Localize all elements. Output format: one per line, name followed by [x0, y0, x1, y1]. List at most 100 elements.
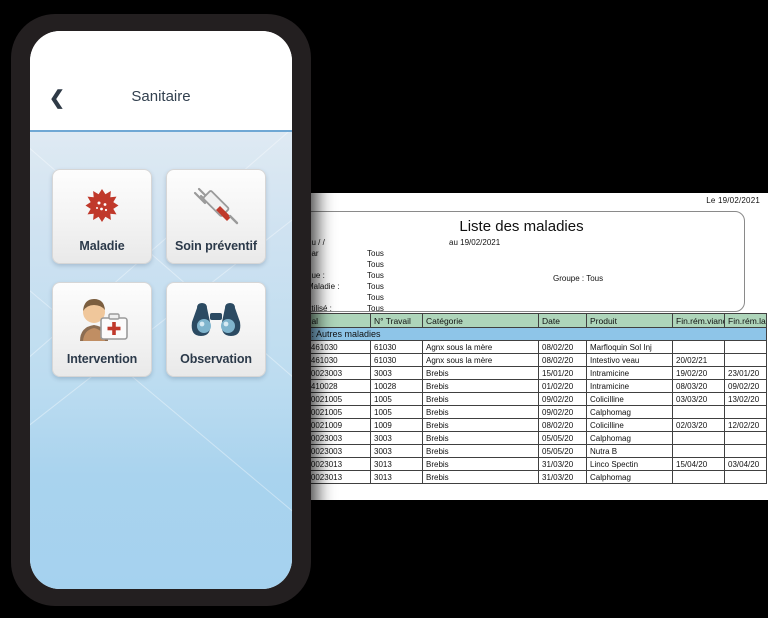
- table-row: 360023003 3003 Brebis 15/01/20 Intramicine 19…: [298, 366, 767, 380]
- app-navigation-bar: ❮ Sanitaire: [30, 31, 292, 132]
- table-cell: Agnx sous la mère: [422, 353, 539, 367]
- table-row: 42410028 10028 Brebis 01/02/20 Intramicine 08…: [298, 379, 767, 393]
- table-cell: Calphomag: [586, 470, 673, 484]
- tile-label: Maladie: [79, 239, 125, 253]
- table-row: 42461030 61030 Agnx sous la mère 08/02/20 Ma…: [298, 340, 767, 354]
- report-groupe-filter: Groupe : Tous: [553, 274, 604, 283]
- table-cell: 31/03/20: [538, 470, 587, 484]
- table-cell: 10028: [370, 379, 423, 393]
- tile-label: Intervention: [66, 352, 138, 366]
- table-cell: Nutra B: [586, 444, 673, 458]
- table-row: 360023003 3003 Brebis 05/05/20 Calphomag: [298, 431, 767, 445]
- criteria-value: Tous: [367, 293, 384, 302]
- table-cell: 1005: [370, 392, 423, 406]
- medic-first-aid-icon: [53, 294, 151, 344]
- column-header: Date: [538, 313, 587, 328]
- syringe-icon: [167, 181, 265, 231]
- table-cell: [724, 340, 767, 354]
- table-cell: 08/02/20: [538, 340, 587, 354]
- table-cell: 31/03/20: [538, 457, 587, 471]
- table-cell: 08/02/20: [538, 418, 587, 432]
- report-window: Le 19/02/2021 Liste des maladies du / / a…: [296, 193, 768, 500]
- table-cell: Brebis: [422, 392, 539, 406]
- table-group-row: ie : Autres maladies: [298, 327, 767, 341]
- phone-mockup: ❮ Sanitaire Maladie Soin préventif Inter…: [11, 14, 311, 606]
- table-cell: [724, 470, 767, 484]
- tile-observation[interactable]: Observation: [166, 282, 266, 377]
- table-cell: 61030: [370, 353, 423, 367]
- table-cell: [724, 353, 767, 367]
- table-cell: 09/02/20: [724, 379, 767, 393]
- table-cell: [672, 431, 725, 445]
- table-row: 42461030 61030 Agnx sous la mère 08/02/20 In…: [298, 353, 767, 367]
- table-cell: [724, 444, 767, 458]
- table-row: 360021005 1005 Brebis 09/02/20 Calphomag: [298, 405, 767, 419]
- table-cell: Colicilline: [586, 392, 673, 406]
- criteria-value: Tous: [367, 271, 384, 280]
- table-cell: 3013: [370, 470, 423, 484]
- table-cell: 05/05/20: [538, 444, 587, 458]
- table-body: ie : Autres maladies 42461030 61030 Agnx so…: [298, 327, 767, 484]
- table-cell: 23/01/20: [724, 366, 767, 380]
- table-header-row: onalN° TravailCatégorieDateProduitFin.ré…: [298, 313, 767, 328]
- table-cell: 15/01/20: [538, 366, 587, 380]
- phone-screen: ❮ Sanitaire Maladie Soin préventif Inter…: [30, 31, 292, 589]
- table-cell: Agnx sous la mère: [422, 340, 539, 354]
- table-cell: Linco Spectin: [586, 457, 673, 471]
- feature-tile-grid: Maladie Soin préventif Intervention Obse…: [52, 169, 266, 377]
- table-cell: 3003: [370, 366, 423, 380]
- table-cell: Intramicine: [586, 379, 673, 393]
- table-cell: 3003: [370, 431, 423, 445]
- table-row: 360021009 1009 Brebis 08/02/20 Colicilline 02…: [298, 418, 767, 432]
- column-header: Fin.rém.viand: [672, 313, 725, 328]
- table-cell: 08/02/20: [538, 353, 587, 367]
- tile-intervention[interactable]: Intervention: [52, 282, 152, 377]
- table-cell: 3003: [370, 444, 423, 458]
- column-header: Produit: [586, 313, 673, 328]
- criteria-value: Tous: [367, 304, 384, 313]
- table-cell: 3013: [370, 457, 423, 471]
- table-header: onalN° TravailCatégorieDateProduitFin.ré…: [298, 313, 767, 328]
- table-cell: Calphomag: [586, 431, 673, 445]
- table-cell: Brebis: [422, 470, 539, 484]
- tile-soin-preventif[interactable]: Soin préventif: [166, 169, 266, 264]
- table-cell: Intramicine: [586, 366, 673, 380]
- table-cell: 08/03/20: [672, 379, 725, 393]
- table-cell: 01/02/20: [538, 379, 587, 393]
- criteria-value: Tous: [367, 260, 384, 269]
- table-cell: 03/03/20: [672, 392, 725, 406]
- criteria-value: Tous: [367, 282, 384, 291]
- report-title: Liste des maladies: [459, 218, 584, 235]
- criteria-label: Maladie :: [307, 282, 340, 291]
- table-row: 360023013 3013 Brebis 31/03/20 Calphomag: [298, 470, 767, 484]
- table-cell: 02/03/20: [672, 418, 725, 432]
- table-cell: 12/02/20: [724, 418, 767, 432]
- table-cell: 03/04/20: [724, 457, 767, 471]
- table-cell: Brebis: [422, 457, 539, 471]
- report-criteria-box: Liste des maladies du / / au 19/02/2021 pa…: [298, 211, 745, 313]
- tile-maladie[interactable]: Maladie: [52, 169, 152, 264]
- table-cell: [672, 444, 725, 458]
- table-cell: Brebis: [422, 366, 539, 380]
- report-print-date: Le 19/02/2021: [706, 196, 760, 205]
- table-cell: 09/02/20: [538, 392, 587, 406]
- table-cell: Brebis: [422, 431, 539, 445]
- table-cell: [672, 470, 725, 484]
- table-cell: Brebis: [422, 418, 539, 432]
- table-cell: 15/04/20: [672, 457, 725, 471]
- virus-icon: [53, 181, 151, 231]
- table-cell: Brebis: [422, 379, 539, 393]
- table-cell: [724, 405, 767, 419]
- diseases-table: onalN° TravailCatégorieDateProduitFin.ré…: [298, 313, 767, 484]
- table-cell: 05/05/20: [538, 431, 587, 445]
- table-cell: Intestivo veau: [586, 353, 673, 367]
- table-cell: [724, 431, 767, 445]
- table-row: 360023003 3003 Brebis 05/05/20 Nutra B: [298, 444, 767, 458]
- criteria-extra: au 19/02/2021: [449, 238, 501, 247]
- table-cell: Brebis: [422, 405, 539, 419]
- column-header: Fin.rém.lait: [724, 313, 767, 328]
- binoculars-icon: [167, 294, 265, 344]
- tile-label: Observation: [180, 352, 252, 366]
- criteria-value: Tous: [367, 249, 384, 258]
- table-cell: Colicilline: [586, 418, 673, 432]
